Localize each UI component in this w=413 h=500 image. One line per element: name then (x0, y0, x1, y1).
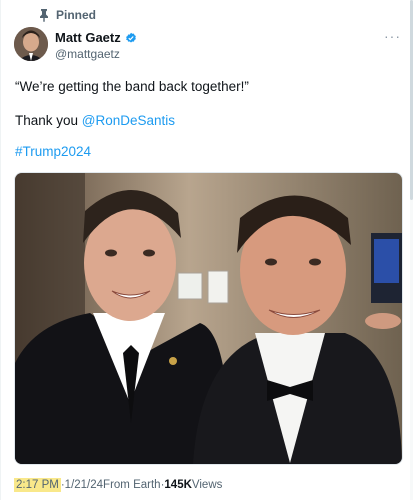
pin-icon (38, 8, 50, 22)
tweet-meta: 2:17 PM · 1/21/24 From Earth · 145K View… (14, 478, 222, 492)
tweet-time[interactable]: 2:17 PM (14, 478, 61, 492)
author-info[interactable]: Matt Gaetz @mattgaetz (55, 30, 137, 62)
mention-link[interactable]: @RonDeSantis (82, 113, 175, 128)
verified-badge-icon (125, 32, 137, 44)
tweet-date[interactable]: 1/21/24 (65, 479, 103, 491)
hashtag-link[interactable]: #Trump2024 (15, 143, 91, 161)
author-handle[interactable]: @mattgaetz (55, 46, 137, 62)
tweet-text-line-1: “We’re getting the band back together!” (15, 79, 249, 94)
author-name[interactable]: Matt Gaetz (55, 30, 121, 46)
pinned-indicator: Pinned (38, 7, 96, 23)
views-count: 145K (164, 479, 192, 491)
tweet-text-line-2: Thank you @RonDeSantis (15, 112, 175, 130)
thank-you-text: Thank you (15, 113, 82, 128)
tweet-photo[interactable] (14, 172, 403, 465)
more-options-icon[interactable]: ··· (384, 28, 401, 44)
tweet-source: From Earth (103, 479, 161, 491)
avatar[interactable] (14, 27, 48, 61)
pinned-label: Pinned (56, 8, 97, 22)
left-divider (0, 0, 1, 500)
views-label: Views (191, 479, 223, 491)
